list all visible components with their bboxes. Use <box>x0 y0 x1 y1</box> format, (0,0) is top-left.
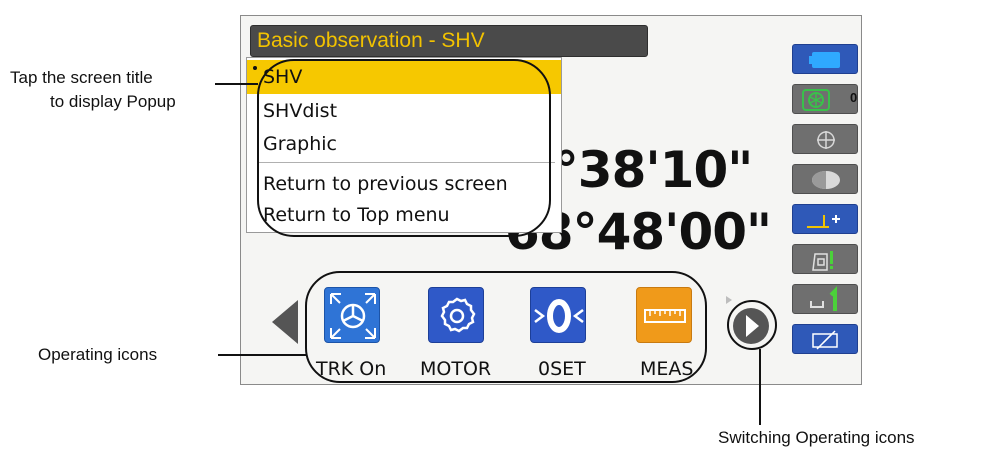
operating-icons-callout: Operating icons <box>38 345 158 364</box>
switching-callout: Switching Operating icons <box>718 428 915 447</box>
popup-callout-line1: Tap the screen title <box>10 68 153 87</box>
popup-callout-line2: to display Popup <box>50 92 176 111</box>
